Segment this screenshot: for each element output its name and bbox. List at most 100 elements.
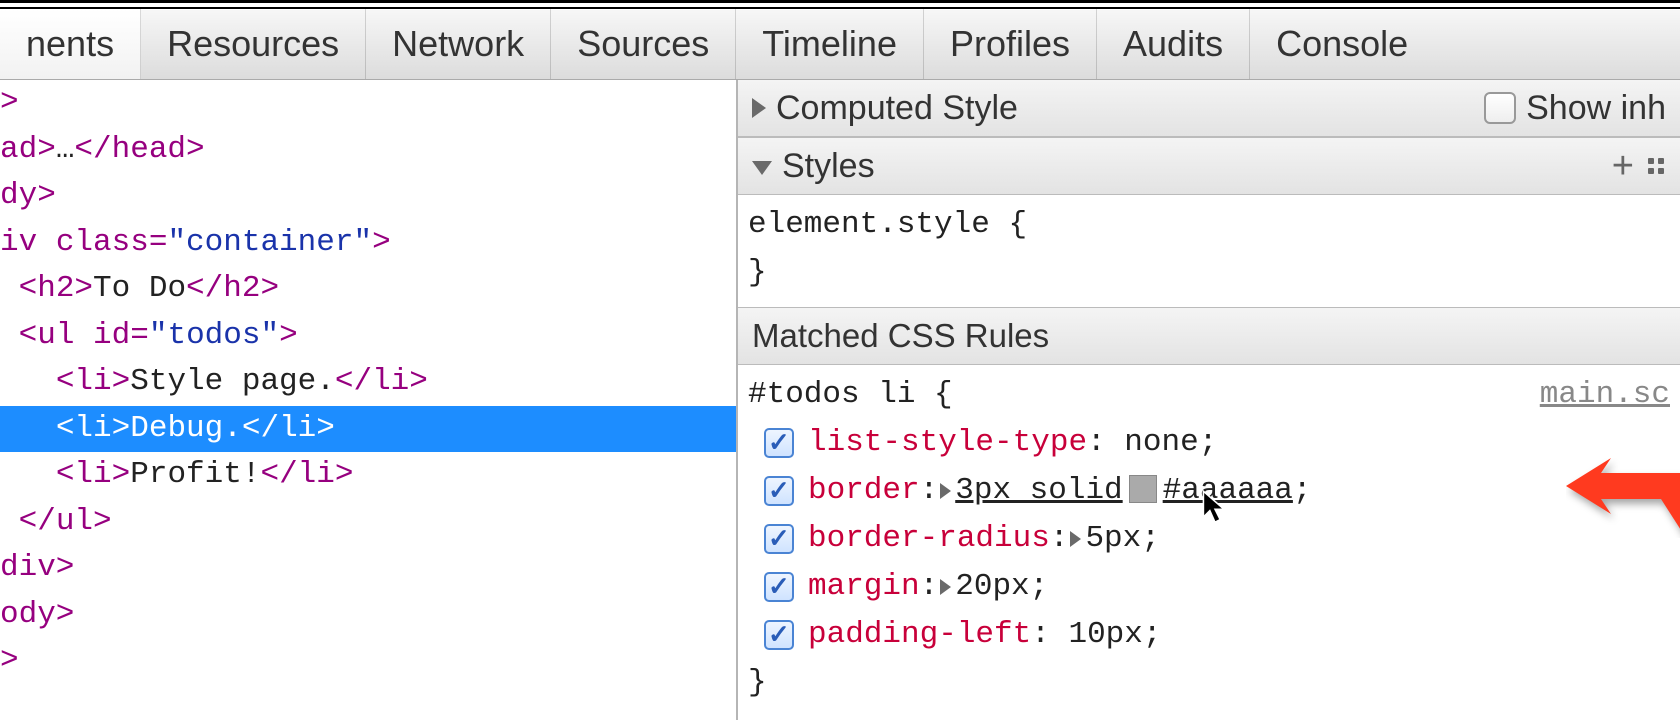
dom-fragment: </head> xyxy=(74,132,204,167)
css-declaration[interactable]: padding-left: 10px; xyxy=(748,611,1670,659)
css-property-value[interactable]: 5px xyxy=(1085,515,1141,563)
css-property-value[interactable]: none xyxy=(1124,419,1198,467)
dom-line-li2-selected[interactable]: <li>Debug.</li> xyxy=(0,406,736,453)
dom-fragment: <ul xyxy=(19,318,93,353)
css-property-name[interactable]: border-radius xyxy=(808,515,1050,563)
devtools-tabbar: nents Resources Network Sources Timeline… xyxy=(0,9,1680,80)
property-enable-checkbox[interactable] xyxy=(764,524,794,554)
chevron-right-icon xyxy=(752,98,766,118)
element-style-close: } xyxy=(748,249,1670,297)
dom-fragment: Debug. xyxy=(130,411,242,446)
dom-fragment: … xyxy=(56,132,75,167)
show-inherited-label: Show inh xyxy=(1526,89,1666,128)
dom-fragment: Profit! xyxy=(130,457,260,492)
dom-fragment: > xyxy=(0,85,19,120)
rule-selector[interactable]: #todos li { xyxy=(748,371,1670,419)
dom-fragment: ody> xyxy=(0,597,74,632)
css-color-value[interactable]: #aaaaaa xyxy=(1163,467,1293,515)
section-title: Styles xyxy=(782,147,875,186)
css-property-value[interactable]: 20px xyxy=(955,563,1029,611)
dom-fragment: = xyxy=(130,318,149,353)
css-property-name[interactable]: border xyxy=(808,467,920,515)
property-enable-checkbox[interactable] xyxy=(764,476,794,506)
matched-rule-block[interactable]: main.sc #todos li { list-style-type: non… xyxy=(738,365,1680,717)
dom-line-body-open[interactable]: dy> xyxy=(0,173,736,220)
tab-elements[interactable]: nents xyxy=(0,9,141,79)
css-property-name[interactable]: margin xyxy=(808,563,920,611)
dom-line-div-open[interactable]: iv class="container"> xyxy=(0,220,736,267)
tab-profiles[interactable]: Profiles xyxy=(924,9,1097,79)
dom-fragment: </li> xyxy=(242,411,335,446)
property-enable-checkbox[interactable] xyxy=(764,572,794,602)
tab-resources[interactable]: Resources xyxy=(141,9,366,79)
dom-line-div-close[interactable]: div> xyxy=(0,545,736,592)
dom-fragment: > xyxy=(372,225,391,260)
dom-fragment: <li> xyxy=(56,411,130,446)
property-enable-checkbox[interactable] xyxy=(764,620,794,650)
new-style-rule-icon[interactable]: + xyxy=(1612,147,1634,185)
window-border xyxy=(0,0,1680,3)
dom-fragment: To Do xyxy=(93,271,186,306)
expand-shorthand-icon[interactable] xyxy=(940,579,951,595)
css-declaration[interactable]: border: 3px solid #aaaaaa; xyxy=(748,467,1670,515)
css-property-value[interactable]: 10px xyxy=(1068,611,1142,659)
tab-sources[interactable]: Sources xyxy=(551,9,736,79)
dom-fragment: <li> xyxy=(56,457,130,492)
section-title: Matched CSS Rules xyxy=(752,317,1049,355)
color-swatch-icon[interactable] xyxy=(1129,475,1157,503)
dom-line[interactable]: > xyxy=(0,80,736,127)
dom-fragment: "container" xyxy=(167,225,372,260)
section-matched-rules: Matched CSS Rules xyxy=(738,307,1680,365)
dom-fragment: <li> xyxy=(56,364,130,399)
main-split: > ad>…</head> dy> iv class="container"> … xyxy=(0,80,1680,720)
tab-console[interactable]: Console xyxy=(1250,9,1434,79)
dom-line-html-close[interactable]: > xyxy=(0,638,736,685)
dom-fragment: = xyxy=(149,225,168,260)
rule-close-brace: } xyxy=(748,659,1670,707)
dom-line-head[interactable]: ad>…</head> xyxy=(0,127,736,174)
dom-fragment: </li> xyxy=(260,457,353,492)
rule-source-link[interactable]: main.sc xyxy=(1540,371,1670,419)
section-styles[interactable]: Styles + xyxy=(738,137,1680,195)
css-declaration[interactable]: margin: 20px; xyxy=(748,563,1670,611)
dom-line-li3[interactable]: <li>Profit!</li> xyxy=(0,452,736,499)
dom-fragment: </li> xyxy=(335,364,428,399)
dom-fragment: class xyxy=(56,225,149,260)
tab-timeline[interactable]: Timeline xyxy=(736,9,924,79)
show-inherited-checkbox[interactable] xyxy=(1484,92,1516,124)
dom-line-h2[interactable]: <h2>To Do</h2> xyxy=(0,266,736,313)
dom-fragment: > xyxy=(279,318,298,353)
css-property-name[interactable]: padding-left xyxy=(808,611,1031,659)
dom-fragment: ad> xyxy=(0,132,56,167)
toggle-element-state-icon[interactable] xyxy=(1648,158,1664,174)
expand-shorthand-icon[interactable] xyxy=(940,483,951,499)
dom-line-li1[interactable]: <li>Style page.</li> xyxy=(0,359,736,406)
styles-sidebar: Computed Style Show inh Styles + element… xyxy=(738,80,1680,720)
tab-network[interactable]: Network xyxy=(366,9,551,79)
dom-fragment: </h2> xyxy=(186,271,279,306)
css-declaration[interactable]: border-radius: 5px; xyxy=(748,515,1670,563)
elements-dom-tree[interactable]: > ad>…</head> dy> iv class="container"> … xyxy=(0,80,738,720)
expand-shorthand-icon[interactable] xyxy=(1070,531,1081,547)
section-title: Computed Style xyxy=(776,89,1018,128)
element-style-open: element.style { xyxy=(748,201,1670,249)
css-declaration[interactable]: list-style-type: none; xyxy=(748,419,1670,467)
dom-fragment: <h2> xyxy=(19,271,93,306)
chevron-down-icon xyxy=(752,161,772,175)
dom-line-body-close[interactable]: ody> xyxy=(0,592,736,639)
dom-fragment: iv xyxy=(0,225,56,260)
dom-fragment: id xyxy=(93,318,130,353)
property-enable-checkbox[interactable] xyxy=(764,428,794,458)
dom-fragment: dy> xyxy=(0,178,56,213)
dom-line-ul-open[interactable]: <ul id="todos"> xyxy=(0,313,736,360)
dom-fragment: "todos" xyxy=(149,318,279,353)
dom-fragment: Style page. xyxy=(130,364,335,399)
css-property-value[interactable]: 3px solid xyxy=(955,467,1122,515)
tab-audits[interactable]: Audits xyxy=(1097,9,1250,79)
dom-line-ul-close[interactable]: </ul> xyxy=(0,499,736,546)
dom-fragment: div> xyxy=(0,550,74,585)
dom-fragment: </ul> xyxy=(19,504,112,539)
section-computed-style[interactable]: Computed Style Show inh xyxy=(738,80,1680,137)
css-property-name[interactable]: list-style-type xyxy=(808,419,1087,467)
element-style-block[interactable]: element.style { } xyxy=(738,195,1680,307)
